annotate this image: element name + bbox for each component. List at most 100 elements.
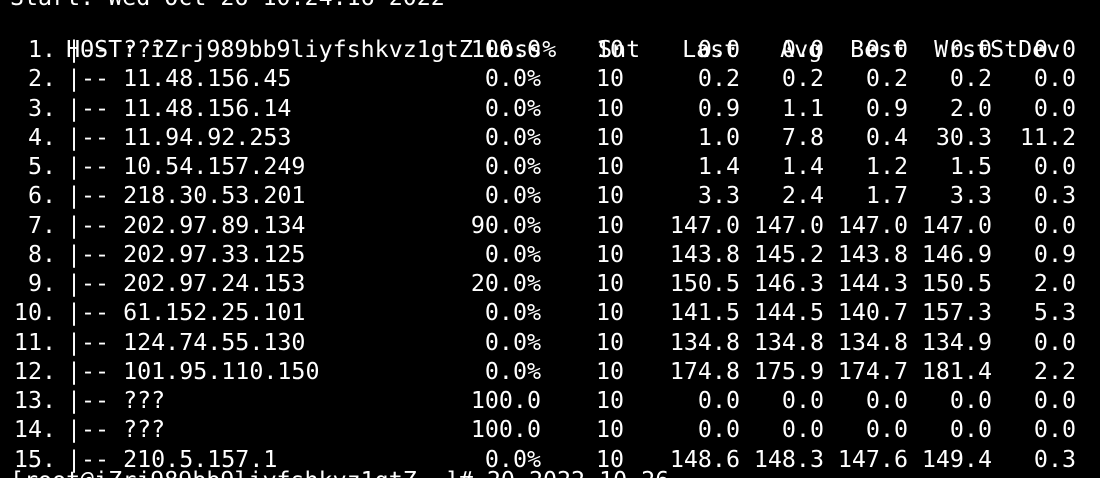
hop-loss: 0.0% (484, 328, 541, 356)
hop-wrst: 30.3 (935, 123, 992, 151)
hop-best: 147.0 (837, 211, 908, 239)
hop-stdev: 5.3 (1033, 299, 1076, 327)
hop-stdev: 2.0 (1033, 270, 1076, 297)
hop-host: |-- 202.97.89.134 (67, 211, 306, 239)
hop-last: 143.8 (669, 240, 740, 268)
hop-number: 3. (27, 94, 56, 122)
hop-stdev: 2.2 (1033, 357, 1076, 385)
hop-last: 0.2 (697, 65, 740, 93)
hop-avg: 148.3 (753, 445, 824, 473)
hop-number: 10. (13, 299, 56, 327)
hop-wrst: 146.9 (921, 240, 992, 268)
hop-number: 12. (13, 357, 56, 385)
hop-row: 6. |-- 218.30.53.201 0.0% 10 3.3 2.4 1.7 3.3 0.3 (10, 181, 1076, 210)
hop-loss: 0.0% (484, 299, 541, 327)
hop-stdev: 0.0 (1033, 416, 1076, 444)
hop-loss: 100.0 (470, 416, 541, 444)
hop-last: 150.5 (669, 270, 740, 297)
hop-loss: 0.0% (484, 357, 541, 385)
hop-wrst: 2.0 (949, 94, 992, 122)
hop-snt: 10 (595, 387, 624, 414)
hop-avg: 1.1 (781, 94, 824, 122)
hop-host: |-- 11.48.156.45 (67, 65, 292, 93)
hop-snt: 10 (595, 123, 624, 151)
hop-wrst: 0.0 (949, 416, 992, 444)
hop-row: 12. |-- 101.95.110.150 0.0% 10 174.8 175.9 174… (10, 357, 1076, 386)
hop-avg: 2.4 (781, 182, 824, 210)
hop-last: 1.0 (697, 123, 740, 151)
hop-snt: 10 (595, 240, 624, 268)
hop-host: |-- 101.95.110.150 (67, 357, 320, 385)
hop-avg: 0.0 (781, 416, 824, 444)
hop-row: 7. |-- 202.97.89.134 90.0% 10 147.0 147.0 147.… (10, 211, 1076, 240)
hop-best: 134.8 (837, 328, 908, 356)
hop-avg: 0.2 (781, 65, 824, 93)
hop-avg: 175.9 (753, 357, 824, 385)
hop-best: 144.3 (837, 270, 908, 297)
hop-avg: 0.0 (781, 387, 824, 414)
hop-snt: 10 (595, 153, 624, 180)
hop-wrst: 0.0 (949, 36, 992, 63)
hop-best: 0.4 (865, 123, 908, 151)
hop-last: 3.3 (697, 182, 740, 210)
hop-best: 0.0 (865, 416, 908, 444)
hop-stdev: 0.3 (1033, 445, 1076, 473)
hop-host: |-- 61.152.25.101 (67, 299, 306, 327)
hop-stdev: 0.0 (1033, 328, 1076, 356)
hop-snt: 10 (595, 94, 624, 122)
hop-stdev: 0.0 (1033, 153, 1076, 180)
hop-stdev: 0.0 (1033, 94, 1076, 122)
hop-best: 140.7 (837, 299, 908, 327)
hop-host: |-- ??? (67, 36, 166, 63)
hop-row: 9. |-- 202.97.24.153 20.0% 10 150.5 146.3 144.… (10, 269, 1076, 298)
hop-avg: 0.0 (781, 36, 824, 63)
hop-wrst: 181.4 (921, 357, 992, 385)
hop-last: 134.8 (669, 328, 740, 356)
hop-wrst: 150.5 (921, 270, 992, 297)
hop-number: 5. (27, 153, 56, 180)
hop-number: 6. (27, 182, 56, 210)
hop-loss: 0.0% (484, 94, 541, 122)
hop-last: 141.5 (669, 299, 740, 327)
hop-loss: 0.0% (484, 65, 541, 93)
hop-host: |-- 11.94.92.253 (67, 123, 292, 151)
hop-number: 1. (27, 36, 56, 63)
hop-loss: 90.0% (470, 211, 541, 239)
hop-number: 13. (13, 387, 56, 414)
hop-host: |-- 11.48.156.14 (67, 94, 292, 122)
hop-loss: 0.0% (484, 182, 541, 210)
hop-wrst: 0.0 (949, 387, 992, 414)
hop-best: 0.0 (865, 36, 908, 63)
hop-best: 1.2 (865, 153, 908, 180)
hop-snt: 10 (595, 328, 624, 356)
hop-wrst: 149.4 (921, 445, 992, 473)
hop-host: |-- 124.74.55.130 (67, 328, 306, 356)
hop-number: 4. (27, 123, 56, 151)
hop-stdev: 0.0 (1033, 387, 1076, 414)
hop-loss: 0.0% (484, 240, 541, 268)
mtr-header-row: HOST: iZrj989bb9liyfshkvz1gtZ Loss% Snt Las… (10, 6, 1074, 63)
hop-snt: 10 (595, 65, 624, 93)
hop-row: 8. |-- 202.97.33.125 0.0% 10 143.8 145.2 143.8… (10, 240, 1076, 269)
hop-host: |-- 202.97.33.125 (67, 240, 306, 268)
hop-stdev: 11.2 (1019, 123, 1076, 151)
hop-avg: 147.0 (753, 211, 824, 239)
hop-last: 0.0 (697, 387, 740, 414)
hop-best: 147.6 (837, 445, 908, 473)
hop-row: 4. |-- 11.94.92.253 0.0% 10 1.0 7.8 0.4 30.3 11.… (10, 123, 1076, 152)
hop-snt: 10 (595, 416, 624, 444)
hop-number: 11. (13, 328, 56, 356)
hop-avg: 134.8 (753, 328, 824, 356)
hop-avg: 1.4 (781, 153, 824, 180)
hop-snt: 10 (595, 299, 624, 327)
hop-wrst: 1.5 (949, 153, 992, 180)
hop-wrst: 0.2 (949, 65, 992, 93)
terminal-window[interactable]: Start: Wed Oct 26 10:24:16 2022 HOST: iZ… (0, 0, 1100, 478)
hop-snt: 10 (595, 357, 624, 385)
hop-wrst: 3.3 (949, 182, 992, 210)
hop-loss: 0.0% (484, 123, 541, 151)
hop-loss: 100.0 (470, 387, 541, 414)
hop-stdev: 0.9 (1033, 240, 1076, 268)
hop-best: 0.2 (865, 65, 908, 93)
hop-number: 9. (27, 270, 56, 297)
